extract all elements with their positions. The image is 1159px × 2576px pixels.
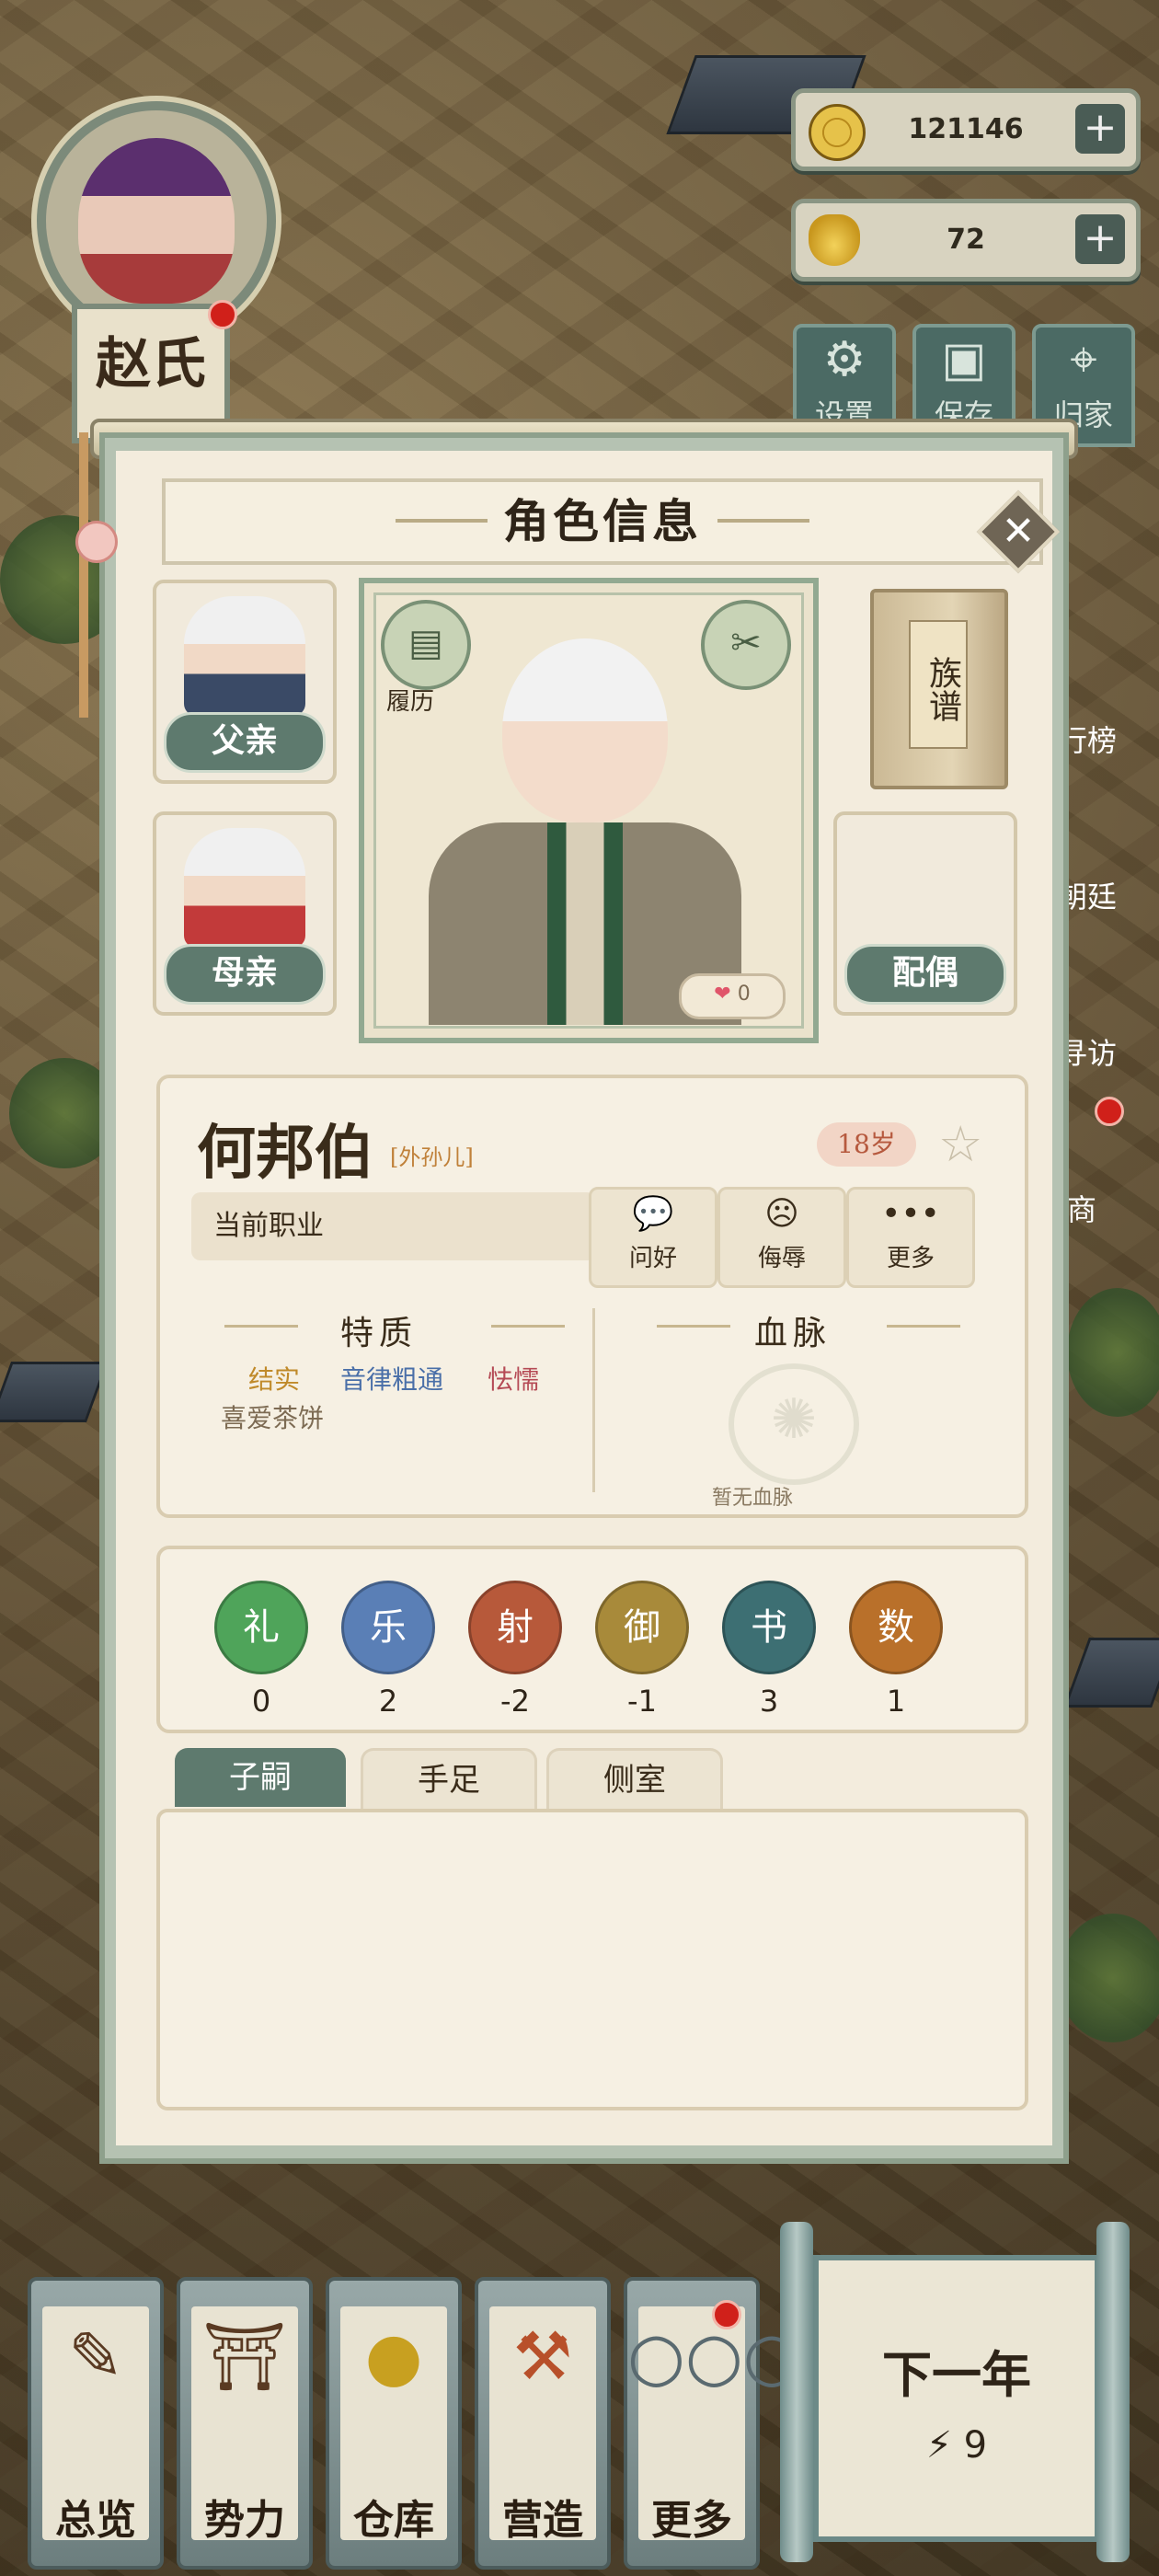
skill-mathematics[interactable]: 数 1 [848, 1581, 944, 1719]
map-pin-icon: ⌖ [1070, 332, 1097, 387]
greet-button[interactable]: 💬 问好 [589, 1187, 717, 1288]
character-relation: [外孙儿] [390, 1144, 474, 1170]
mother-label: 母亲 [164, 944, 326, 1005]
scissors-comb-icon: ✂ [730, 622, 762, 664]
trait-tag[interactable]: 音律粗通 [340, 1360, 443, 1397]
bloodline-phoenix-icon: ✺ [729, 1363, 859, 1485]
spouse-label: 配偶 [844, 944, 1006, 1005]
modal-paper: 角色信息 ✕ 父亲 母亲 ▤ 履历 ✂ ❤ 0 族谱 配偶 何邦伯 [外孙儿] … [116, 451, 1061, 2145]
skill-archery[interactable]: 射 -2 [467, 1581, 563, 1719]
tab-children[interactable]: 子嗣 [175, 1748, 346, 1807]
next-year-button[interactable]: 下一年 ⚡ 9 [780, 2222, 1139, 2562]
ornament [887, 1325, 960, 1328]
tree-decoration [1067, 1288, 1159, 1417]
coin-icon [809, 104, 866, 161]
character-details: 何邦伯 [外孙儿] 18岁 ☆ 当前职业 💬 问好 ☹ 侮辱 ••• 更多 特质 [156, 1075, 1028, 1518]
notification-dot [712, 2300, 741, 2329]
trait-tag[interactable]: 结实 [248, 1360, 300, 1397]
avatar-portrait [78, 138, 235, 304]
ornament [491, 1325, 565, 1328]
resume-button[interactable]: ▤ [381, 600, 471, 690]
tab-siblings[interactable]: 手足 [361, 1748, 537, 1810]
mother-portrait [184, 828, 305, 948]
traits-title: 特质 [340, 1315, 419, 1352]
character-head [502, 638, 668, 822]
trowel-icon: ⚒ [512, 2317, 573, 2395]
job-label: 当前职业 [213, 1210, 324, 1242]
mother-card[interactable]: 母亲 [153, 811, 337, 1016]
gear-icon: ⚙ [822, 332, 866, 387]
next-year-label: 下一年 [882, 2345, 1031, 2404]
trait-tag[interactable]: 怯懦 [488, 1360, 539, 1397]
haircut-button[interactable]: ✂ [701, 600, 791, 690]
modal-header: 角色信息 ✕ [162, 478, 1061, 574]
job-bar: 当前职业 [191, 1192, 596, 1260]
scroll-rod [1096, 2222, 1130, 2562]
father-portrait [184, 596, 305, 716]
nav-overview[interactable]: ✎ 总览 [28, 2277, 164, 2570]
notification-dot [1095, 1097, 1124, 1126]
character-name: 何邦伯 [197, 1119, 373, 1188]
ingot-counter: 72 + [791, 199, 1141, 282]
tree-decoration [1058, 1914, 1159, 2042]
bag-icon: ● [364, 2317, 423, 2395]
scroll-rod [780, 2222, 813, 2562]
resume-label: 履历 [386, 688, 435, 716]
save-icon: ▣ [941, 332, 987, 387]
ornament [657, 1325, 730, 1328]
more-icon: ○○○ [627, 2317, 801, 2395]
angry-face-icon: ☹ [764, 1195, 799, 1233]
lightning-icon: ⚡ [925, 2424, 952, 2467]
trait-tag[interactable]: 喜爱茶饼 [221, 1398, 324, 1435]
age-badge: 18岁 [817, 1122, 916, 1167]
skills-panel: 礼 0 乐 2 射 -2 御 -1 书 3 数 1 [156, 1546, 1028, 1733]
scroll-icon: ▤ [408, 622, 443, 664]
flower-icon [75, 521, 118, 563]
gold-ingot-icon [809, 214, 860, 266]
skill-charioteering[interactable]: 御 -1 [594, 1581, 690, 1719]
side-label-merchant[interactable]: 商 [1067, 1187, 1096, 1229]
coin-counter: 121146 + [791, 88, 1141, 171]
ornament [224, 1325, 298, 1328]
skill-music[interactable]: 乐 2 [340, 1581, 436, 1719]
genealogy-label: 族谱 [909, 620, 968, 749]
ingot-value: 72 [947, 224, 985, 256]
affection-count: 0 [737, 983, 751, 1006]
father-label: 父亲 [164, 712, 326, 773]
favorite-star-icon[interactable]: ☆ [938, 1115, 982, 1173]
insult-button[interactable]: ☹ 侮辱 [717, 1187, 846, 1288]
character-info-modal: 角色信息 ✕ 父亲 母亲 ▤ 履历 ✂ ❤ 0 族谱 配偶 何邦伯 [外孙儿] … [99, 432, 1069, 2164]
coin-value: 121146 [908, 113, 1024, 145]
genealogy-book[interactable]: 族谱 [870, 589, 1008, 789]
close-icon: ✕ [1001, 508, 1036, 555]
spouse-card[interactable]: 配偶 [833, 811, 1017, 1016]
skill-rites[interactable]: 礼 0 [213, 1581, 309, 1719]
character-portrait: ▤ 履历 ✂ ❤ 0 [359, 578, 819, 1043]
section-divider [592, 1308, 595, 1492]
notification-dot [208, 300, 237, 329]
heart-icon: ❤ [714, 983, 731, 1006]
add-ingots-button[interactable]: + [1075, 214, 1125, 264]
add-coins-button[interactable]: + [1075, 104, 1125, 154]
more-icon: ••• [881, 1195, 940, 1233]
father-card[interactable]: 父亲 [153, 580, 337, 784]
affection-badge: ❤ 0 [679, 973, 786, 1019]
tassel-decoration [79, 432, 88, 718]
skill-calligraphy[interactable]: 书 3 [721, 1581, 817, 1719]
nav-power[interactable]: ⛩ 势力 [177, 2277, 313, 2570]
more-actions-button[interactable]: ••• 更多 [846, 1187, 975, 1288]
children-list [156, 1809, 1028, 2110]
energy-row: ⚡ 9 [819, 2424, 1095, 2467]
palace-icon: ⛩ [202, 2317, 287, 2395]
modal-title: 角色信息 [503, 494, 702, 548]
nav-warehouse[interactable]: ● 仓库 [326, 2277, 462, 2570]
nav-build[interactable]: ⚒ 营造 [475, 2277, 611, 2570]
chat-icon: 💬 [632, 1195, 674, 1233]
brush-icon: ✎ [67, 2317, 124, 2395]
tab-concubines[interactable]: 侧室 [546, 1748, 723, 1810]
energy-value: 9 [963, 2424, 988, 2467]
bloodline-empty-text: 暂无血脉 [712, 1487, 794, 1510]
next-year-panel: 下一年 ⚡ 9 [813, 2255, 1100, 2542]
bloodline-title: 血脉 [754, 1315, 832, 1352]
